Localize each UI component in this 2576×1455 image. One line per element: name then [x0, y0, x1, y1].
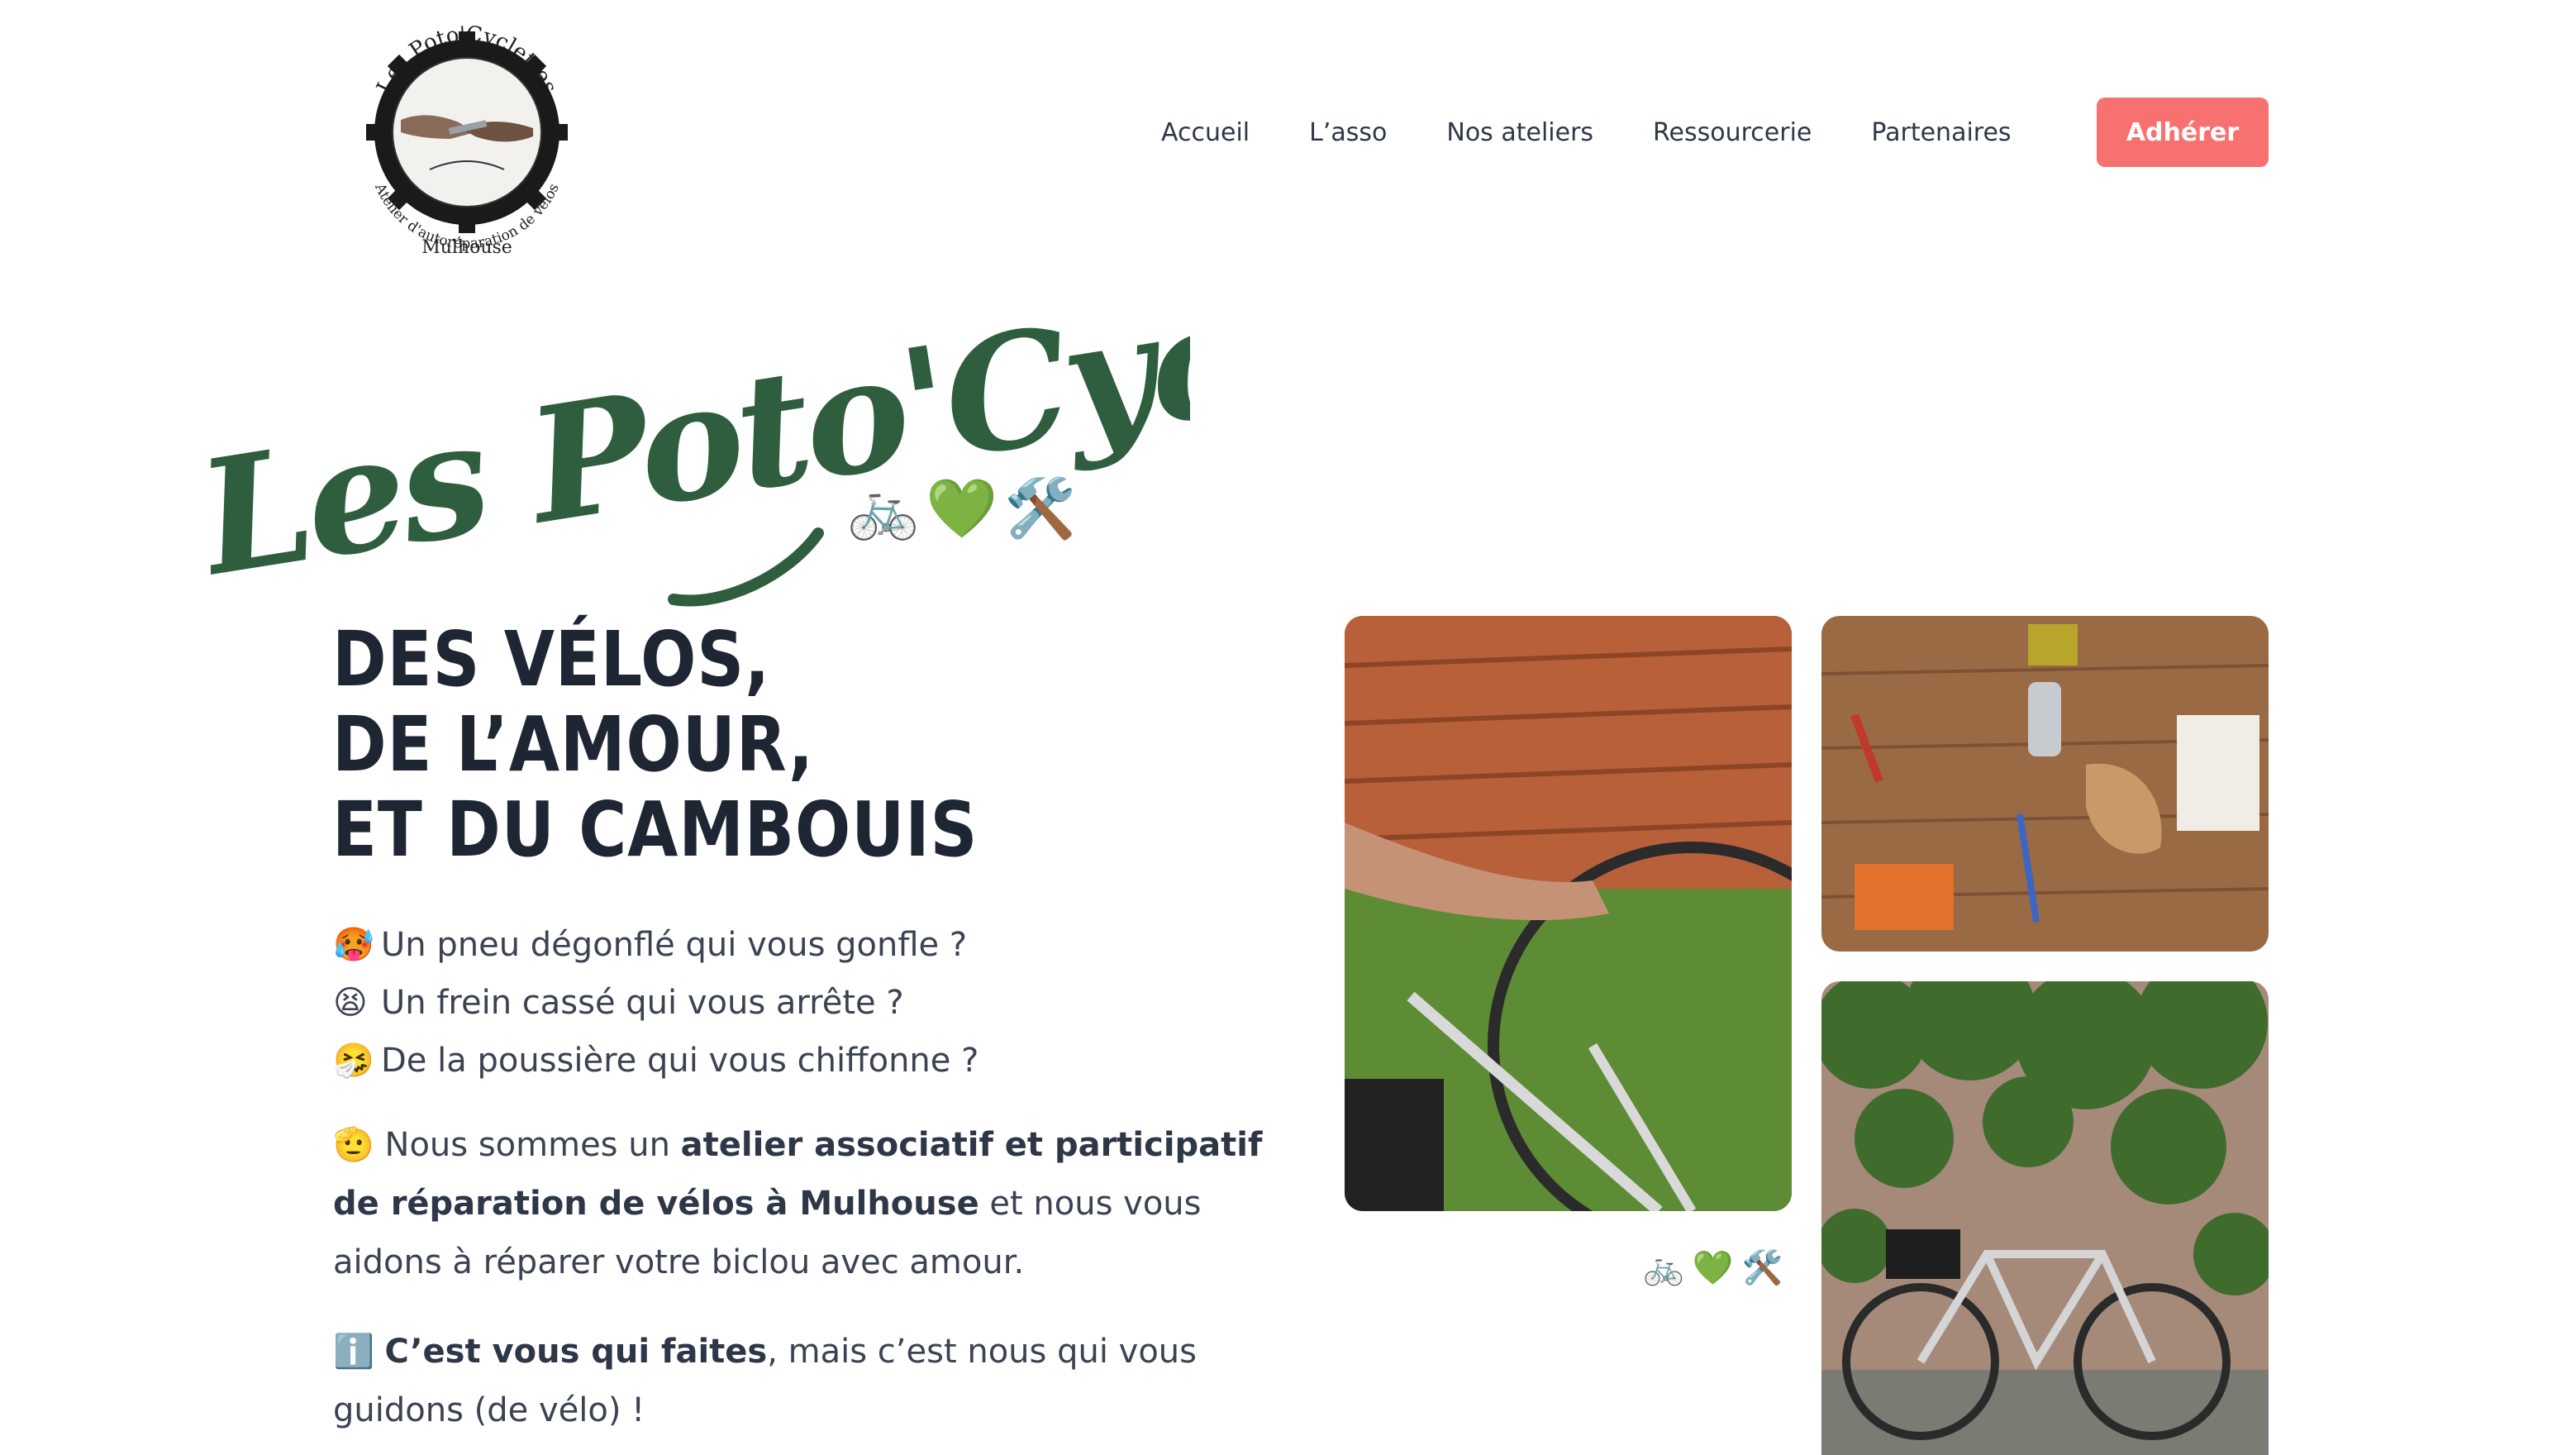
question-item: 🥵 Un pneu dégonflé qui vous gonfle ?: [333, 916, 1283, 974]
gallery-caption-emojis: 🚲💚🛠️: [1643, 1249, 1792, 1287]
nav-nos-ateliers[interactable]: Nos ateliers: [1446, 118, 1593, 147]
headline-line-3: ET DU CAMBOUIS: [332, 785, 978, 874]
headline-line-1: DES VÉLOS,: [332, 615, 771, 704]
question-item: 🤧 De la poussière qui vous chiffonne ?: [333, 1032, 1283, 1090]
question-text: Un frein cassé qui vous arrête ?: [381, 984, 904, 1022]
info-bold: C’est vous qui faites: [384, 1333, 768, 1371]
nav-asso[interactable]: L’asso: [1309, 118, 1387, 147]
tired-face-emoji: 😫: [333, 984, 368, 1022]
sneezing-face-emoji: 🤧: [333, 1042, 374, 1080]
nav-partenaires[interactable]: Partenaires: [1871, 118, 2011, 147]
question-item: 😫 Un frein cassé qui vous arrête ?: [333, 974, 1283, 1032]
title-emojis: 🚲💚🛠️: [847, 475, 1083, 542]
headline: DES VÉLOS, DE L’AMOUR, ET DU CAMBOUIS: [332, 617, 1043, 872]
hand-emoji: 🫡: [333, 1126, 374, 1164]
nav-ressourcerie[interactable]: Ressourcerie: [1653, 118, 1812, 147]
nav-accueil[interactable]: Accueil: [1161, 118, 1250, 147]
logo-city: Mulhouse: [421, 237, 512, 258]
question-text: De la poussière qui vous chiffonne ?: [381, 1042, 979, 1080]
intro-paragraph: 🫡 Nous sommes un atelier associatif et p…: [333, 1116, 1283, 1292]
adherer-button[interactable]: Adhérer: [2097, 98, 2269, 167]
main-nav: Accueil L’asso Nos ateliers Ressourcerie…: [1161, 98, 2012, 167]
photo-bike-ivy-wall: [1821, 981, 2269, 1455]
info-emoji: ℹ️: [333, 1333, 374, 1371]
headline-line-2: DE L’AMOUR,: [332, 700, 814, 789]
question-text: Un pneu dégonflé qui vous gonfle ?: [381, 926, 968, 964]
photo-tools-table: [1821, 616, 2269, 952]
logo[interactable]: Les Poto'Cyclettes Atelier d'autoréparat…: [351, 0, 583, 263]
script-title-text: Les Poto'Cyclettes: [211, 327, 1190, 612]
intro-before: Nous sommes un: [384, 1126, 681, 1164]
question-list: 🥵 Un pneu dégonflé qui vous gonfle ? 😫 Un …: [333, 916, 1283, 1090]
hot-face-emoji: 🥵: [333, 926, 374, 964]
info-paragraph: ℹ️ C’est vous qui faites, mais c’est nou…: [333, 1323, 1283, 1440]
photo-bike-repair: [1345, 616, 1792, 1211]
